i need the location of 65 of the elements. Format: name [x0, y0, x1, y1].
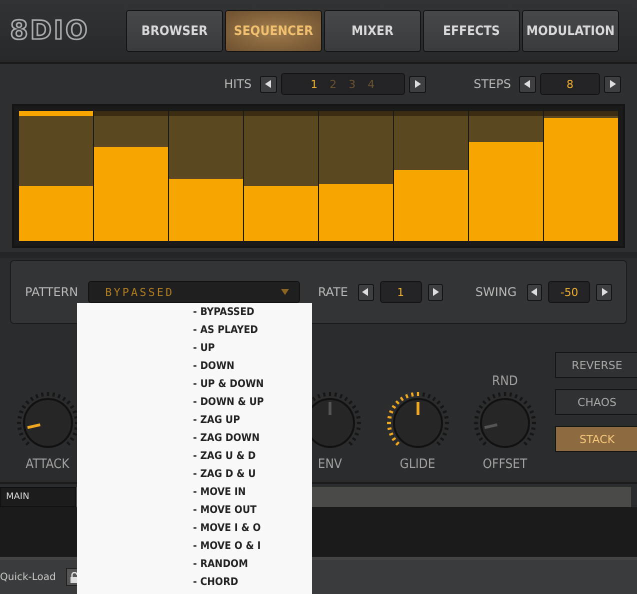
right-arrow-icon [414, 80, 421, 88]
swing-decrement[interactable] [526, 284, 542, 300]
menu-item[interactable]: - ZAG U & D [77, 447, 312, 465]
step-column[interactable] [319, 111, 393, 241]
steps-value: 8 [566, 78, 574, 90]
rate-label: RATE [318, 285, 348, 299]
swing-value: -50 [560, 286, 578, 298]
swing-label: SWING [475, 285, 517, 299]
knob-top-label: RND [492, 374, 518, 389]
step-column[interactable] [94, 111, 168, 241]
knob-label: ENV [318, 457, 342, 472]
main-field[interactable]: MAIN [0, 487, 76, 507]
menu-item[interactable]: - ZAG D & U [77, 465, 312, 483]
rate-decrement[interactable] [358, 284, 374, 300]
menu-item[interactable]: - RANDOM [77, 555, 312, 573]
steps-label: STEPS [474, 77, 511, 91]
hits-value[interactable]: 1 [310, 78, 318, 90]
right-arrow-icon [600, 288, 608, 296]
tab[interactable]: MODULATION [522, 10, 619, 52]
menu-item[interactable]: - DOWN & UP [77, 393, 312, 411]
rate-increment[interactable] [428, 284, 444, 300]
quick-load-label: Quick-Load [0, 572, 56, 582]
tab[interactable]: BROWSER [126, 10, 223, 52]
knob-label: OFFSET [482, 457, 528, 472]
knob-label: ATTACK [26, 457, 70, 472]
hits-increment[interactable] [408, 76, 426, 92]
steps-increment[interactable] [604, 76, 621, 92]
menu-item[interactable]: - DOWN [77, 357, 312, 375]
menu-item[interactable]: - UP [77, 339, 312, 357]
left-arrow-icon [264, 80, 272, 88]
right-arrow-icon [609, 80, 616, 88]
step-column[interactable] [244, 111, 318, 241]
left-arrow-icon [530, 288, 538, 296]
menu-item[interactable]: - CHORD [77, 573, 312, 591]
left-arrow-icon [362, 288, 370, 296]
step-column[interactable] [469, 111, 543, 241]
menu-item[interactable]: - AS PLAYED [77, 321, 312, 339]
right-arrow-icon [432, 288, 440, 296]
menu-item[interactable]: - UP & DOWN [77, 375, 312, 393]
logo: 8DIO [10, 16, 90, 46]
knob-label: GLIDE [400, 457, 436, 472]
tab[interactable]: EFFECTS [423, 10, 520, 52]
mode-button[interactable]: REVERSE [555, 352, 637, 378]
menu-item[interactable]: - MOVE O & I [77, 537, 312, 555]
step-column[interactable] [394, 111, 468, 241]
step-column[interactable] [19, 111, 93, 241]
mode-button[interactable]: CHAOS [555, 389, 637, 415]
menu-item[interactable]: - MOVE IN [77, 483, 312, 501]
menu-item[interactable]: - ZAG UP [77, 411, 312, 429]
hits-label: HITS [224, 77, 252, 91]
swing-increment[interactable] [596, 284, 612, 300]
dropdown-caret-icon [280, 289, 289, 295]
steps-decrement[interactable] [519, 76, 536, 92]
menu-item[interactable]: - ZAG DOWN [77, 429, 312, 447]
menu-item[interactable]: - BYPASSED [77, 303, 312, 321]
hits-decrement[interactable] [260, 76, 277, 92]
tab[interactable]: MIXER [324, 10, 421, 52]
knob[interactable] [392, 398, 442, 448]
step-column[interactable] [169, 111, 243, 241]
rate-value: 1 [397, 286, 404, 298]
menu-item[interactable]: - MOVE I & O [77, 519, 312, 537]
pattern-label: PATTERN [25, 285, 78, 299]
menu-item[interactable]: - MOVE OUT [77, 501, 312, 519]
left-arrow-icon [524, 80, 531, 88]
pattern-dropdown[interactable]: BYPASSED [88, 281, 300, 303]
